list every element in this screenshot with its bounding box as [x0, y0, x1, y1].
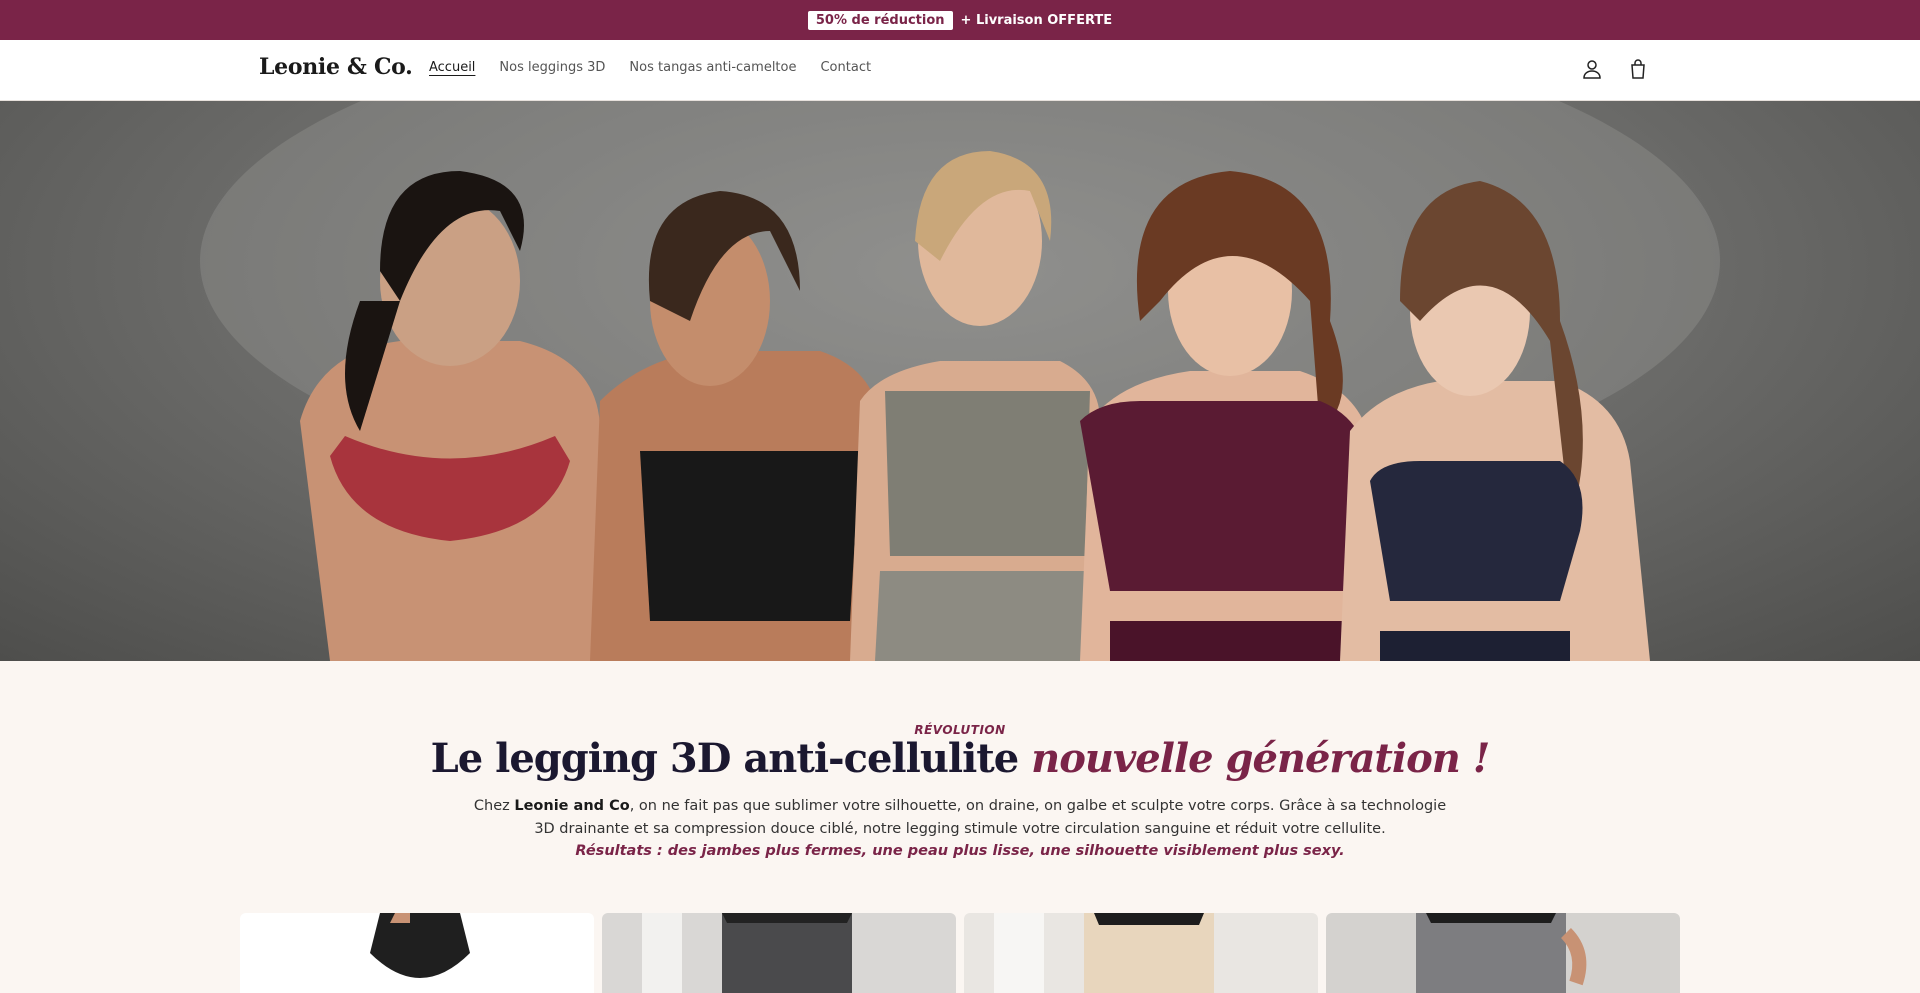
product-image	[994, 913, 1214, 993]
intro-section: RÉVOLUTION Le legging 3D anti-cellulite …	[0, 661, 1920, 993]
nav-item-leggings[interactable]: Nos leggings 3D	[499, 60, 605, 75]
product-card-black-legging[interactable]	[240, 913, 594, 993]
desc-result: Résultats : des jambes plus fermes, une …	[575, 843, 1345, 859]
hero-banner-image	[0, 101, 1920, 661]
site-header: Leonie & Co. Accueil Nos leggings 3D Nos…	[0, 40, 1920, 101]
header-icons	[1580, 57, 1650, 81]
cart-icon[interactable]	[1626, 57, 1650, 81]
nav-item-contact[interactable]: Contact	[820, 60, 871, 75]
section-headline: Le legging 3D anti-cellulite nouvelle gé…	[0, 735, 1920, 782]
announcement-text: + Livraison OFFERTE	[960, 12, 1113, 28]
product-image	[642, 913, 852, 993]
main-nav: Accueil Nos leggings 3D Nos tangas anti-…	[429, 60, 871, 75]
product-grid	[240, 913, 1680, 993]
product-image	[370, 913, 470, 978]
product-card-beige-legging[interactable]	[964, 913, 1318, 993]
headline-accent: nouvelle génération !	[1031, 735, 1490, 782]
product-image	[1416, 913, 1587, 993]
hero-illustration	[200, 101, 1720, 661]
product-card-grey-legging[interactable]	[602, 913, 956, 993]
discount-badge: 50% de réduction	[807, 10, 953, 30]
desc-brand: Leonie and Co	[514, 798, 630, 814]
nav-item-accueil[interactable]: Accueil	[429, 60, 475, 75]
desc-body: , on ne fait pas que sublimer votre silh…	[534, 798, 1447, 837]
headline-main: Le legging 3D anti-cellulite	[430, 735, 1020, 782]
nav-item-tangas[interactable]: Nos tangas anti-cameltoe	[629, 60, 796, 75]
account-icon[interactable]	[1580, 57, 1604, 81]
site-logo[interactable]: Leonie & Co.	[259, 54, 413, 80]
product-card-heather-legging[interactable]	[1326, 913, 1680, 993]
desc-prefix: Chez	[473, 798, 515, 814]
section-description: Chez Leonie and Co, on ne fait pas que s…	[470, 795, 1450, 863]
announcement-bar: 50% de réduction + Livraison OFFERTE	[0, 0, 1920, 40]
